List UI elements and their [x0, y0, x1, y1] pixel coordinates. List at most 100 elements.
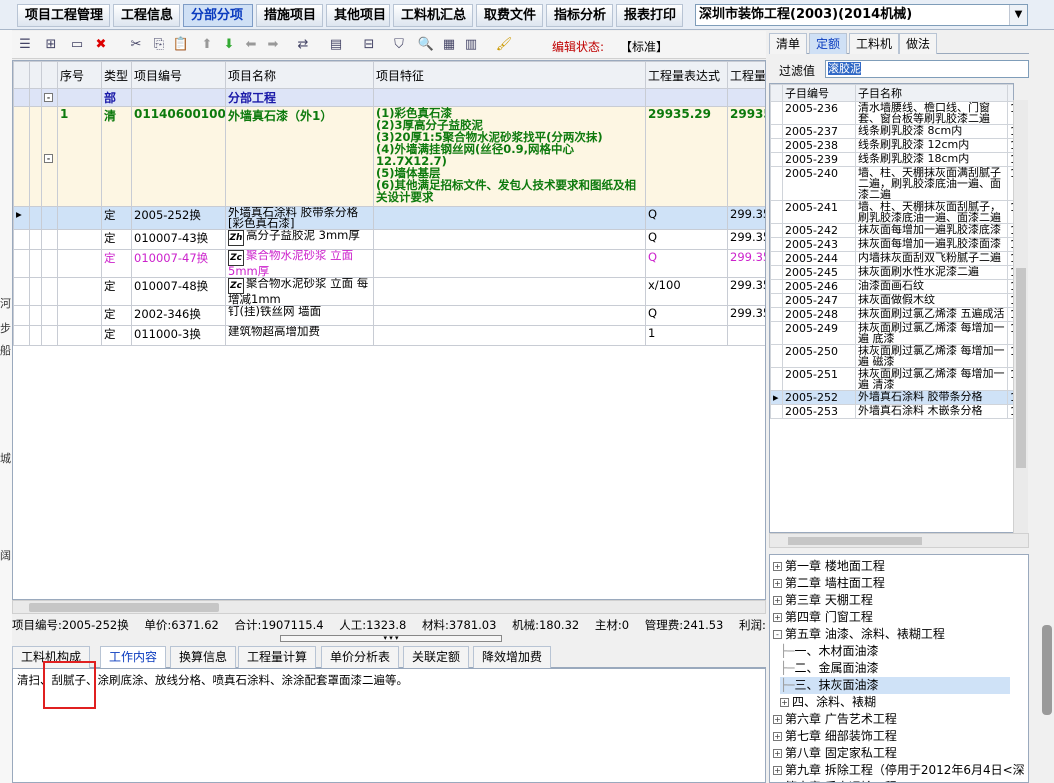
- insert-row-icon[interactable]: ▭: [68, 36, 86, 54]
- quota-list-row[interactable]: 2005-246油漆面画石纹1: [770, 279, 1013, 294]
- tree-node[interactable]: + 第一章 楼地面工程: [773, 558, 1018, 575]
- quota-features[interactable]: [373, 229, 646, 250]
- quota-list-row[interactable]: 2005-245抹灰面刷水性水泥漆二遍1: [770, 265, 1013, 280]
- delete-icon[interactable]: ✖: [92, 36, 110, 54]
- top-tab-7[interactable]: 指标分析: [546, 4, 613, 27]
- top-tab-6[interactable]: 取费文件: [476, 4, 543, 27]
- outline-icon[interactable]: ☰: [16, 36, 34, 54]
- filter-icon[interactable]: ⛉: [390, 36, 408, 54]
- project-select[interactable]: 深圳市装饰工程(2003)(2014机械) ▼: [695, 4, 1028, 26]
- work-content-box[interactable]: 清扫、刮腻子、涂刷底涂、放线分格、喷真石涂料、涂涂配套罩面漆二遍等。: [12, 668, 766, 783]
- top-tab-2[interactable]: 分部分项: [183, 4, 253, 27]
- collapse-icon[interactable]: -: [773, 630, 782, 639]
- bill-code[interactable]: 011406001002: [131, 106, 226, 207]
- top-tab-0[interactable]: 项目工程管理: [17, 4, 110, 27]
- quota-name-cell[interactable]: Zc 聚合物水泥砂浆 立面 5mm厚: [225, 249, 374, 278]
- quota-row[interactable]: 定 011000-3换 建筑物超高增加费 1: [13, 325, 765, 346]
- quota-code[interactable]: 010007-43换: [131, 229, 226, 250]
- header-qty[interactable]: 工程量: [727, 61, 765, 89]
- quota-list-row[interactable]: 2005-244内墙抹灰面刮双飞粉腻子二遍1: [770, 251, 1013, 266]
- tree-node[interactable]: + 第六章 广告艺术工程: [773, 711, 1018, 728]
- tree-node[interactable]: + 第三章 天棚工程: [773, 592, 1018, 609]
- expand-icon[interactable]: +: [773, 596, 782, 605]
- bill-features[interactable]: (1)彩色真石漆 (2)3厚高分子益胶泥 (3)20厚1:5聚合物水泥砂浆找平(分两…: [373, 106, 646, 207]
- quota-row[interactable]: 定2002-346换钉(挂)铁丝网 墙面 Q299.35: [13, 305, 765, 326]
- top-tab-1[interactable]: 工程信息: [113, 4, 180, 27]
- bottom-tab-5[interactable]: 关联定额: [403, 646, 470, 668]
- quota-list-row[interactable]: 2005-253外墙真石涂料 木嵌条分格1: [770, 404, 1013, 419]
- quota-list-row[interactable]: 2005-238线条刷乳胶漆 12cm内1: [770, 138, 1013, 153]
- collapse-icon[interactable]: -: [44, 93, 53, 102]
- header-seq[interactable]: 序号: [57, 61, 102, 89]
- quota-header-name[interactable]: 子目名称: [855, 84, 1008, 102]
- paste-icon[interactable]: 📋: [172, 36, 190, 54]
- arrow-left-icon[interactable]: ⬅: [242, 36, 260, 54]
- quota-vertical-scrollbar[interactable]: [1013, 100, 1028, 533]
- quota-expr[interactable]: Q: [645, 305, 728, 326]
- chevron-down-icon[interactable]: ▼: [1009, 5, 1027, 25]
- quota-name-cell[interactable]: Zc 聚合物水泥砂浆 立面 每增减1mm: [225, 277, 374, 306]
- quota-features[interactable]: [373, 305, 646, 326]
- quota-code[interactable]: 011000-3换: [131, 325, 226, 346]
- top-tab-5[interactable]: 工料机汇总: [393, 4, 473, 27]
- quota-code[interactable]: 2002-346换: [131, 305, 226, 326]
- top-tab-4[interactable]: 其他项目: [326, 4, 390, 27]
- quota-horizontal-scrollbar[interactable]: [769, 533, 1029, 548]
- quota-name-cell[interactable]: 外墙真石涂料 胶带条分格[彩色真石漆]: [225, 206, 374, 230]
- grid-horizontal-scrollbar[interactable]: [12, 600, 766, 614]
- quota-features[interactable]: [373, 325, 646, 346]
- bottom-tab-1[interactable]: 工作内容: [100, 646, 167, 668]
- header-expr[interactable]: 工程量表达式: [645, 61, 728, 89]
- cut-icon[interactable]: ✂: [127, 36, 145, 54]
- quota-list-row[interactable]: 2005-249抹灰面刷过氯乙烯漆 每增加一遍 底漆1: [770, 321, 1013, 345]
- tree-node[interactable]: + 第九章 拆除工程（停用于2012年6月4日<深: [773, 762, 1025, 779]
- expand-icon[interactable]: +: [773, 749, 782, 758]
- quota-list-row[interactable]: 2005-242抹灰面每增加一遍乳胶漆底漆1: [770, 223, 1013, 238]
- grid-icon[interactable]: ▦: [440, 36, 458, 54]
- tree-node[interactable]: ├─三、抹灰面油漆: [780, 677, 1010, 694]
- quota-expr[interactable]: 1: [645, 325, 728, 346]
- expand-icon[interactable]: +: [773, 715, 782, 724]
- quota-icon[interactable]: ⊟: [360, 36, 378, 54]
- tree-node[interactable]: ├─一、木材面油漆: [780, 643, 1010, 660]
- bottom-tab-6[interactable]: 降效增加费: [473, 646, 552, 668]
- expand-icon[interactable]: +: [780, 698, 789, 707]
- scrollbar-thumb[interactable]: [1042, 625, 1052, 715]
- expand-icon[interactable]: +: [773, 562, 782, 571]
- quota-features[interactable]: [373, 249, 646, 278]
- scrollbar-thumb[interactable]: [29, 603, 219, 612]
- panel-splitter[interactable]: ▾ ▾ ▾: [280, 635, 502, 642]
- tree-icon[interactable]: ⊞: [42, 36, 60, 54]
- header-code[interactable]: 项目编号: [131, 61, 226, 89]
- tree-node[interactable]: ├─二、金属面油漆: [780, 660, 1010, 677]
- header-name[interactable]: 项目名称: [225, 61, 374, 89]
- arrow-right-icon[interactable]: ➡: [264, 36, 282, 54]
- quota-list-row[interactable]: ▸2005-252外墙真石涂料 胶带条分格1: [770, 390, 1013, 405]
- expand-icon[interactable]: +: [773, 732, 782, 741]
- scrollbar-thumb[interactable]: [1016, 268, 1026, 468]
- tree-node[interactable]: + 第八章 固定家私工程: [773, 745, 1018, 762]
- bill-expr[interactable]: 29935.29: [645, 106, 728, 207]
- columns-icon[interactable]: ▥: [462, 36, 480, 54]
- arrow-down-icon[interactable]: ⬇: [220, 36, 238, 54]
- right-tab-2[interactable]: 工料机: [849, 33, 900, 54]
- tree-node[interactable]: - 第五章 油漆、涂料、裱糊工程: [773, 626, 1018, 643]
- scrollbar-thumb[interactable]: [788, 537, 922, 545]
- bottom-tab-3[interactable]: 工程量计算: [238, 646, 317, 668]
- right-tab-3[interactable]: 做法: [899, 33, 938, 54]
- quota-row[interactable]: 定 010007-48换 Zc 聚合物水泥砂浆 立面 每增减1mm x/100 299.3…: [13, 277, 765, 306]
- quota-list-row[interactable]: 2005-237线条刷乳胶漆 8cm内1: [770, 124, 1013, 139]
- quota-header-code[interactable]: 子目编号: [782, 84, 856, 102]
- header-features[interactable]: 项目特征: [373, 61, 646, 89]
- quota-features[interactable]: [373, 206, 646, 230]
- quota-list-row[interactable]: 2005-236清水墙腰线、檐口线、门窗套、窗台板等刷乳胶漆二遍1: [770, 101, 1013, 125]
- quota-expr[interactable]: x/100: [645, 277, 728, 306]
- bottom-tab-4[interactable]: 单价分析表: [321, 646, 400, 668]
- quota-list-row[interactable]: 2005-248抹灰面刷过氯乙烯漆 五遍成活1: [770, 307, 1013, 322]
- quota-name-cell[interactable]: 建筑物超高增加费: [225, 325, 374, 346]
- find-icon[interactable]: 🔍: [417, 36, 435, 54]
- paint-icon[interactable]: 🖌: [495, 36, 513, 54]
- tree-node[interactable]: + 第四章 门窗工程: [773, 609, 1018, 626]
- section-row[interactable]: - 部 分部工程: [13, 88, 765, 107]
- quota-name-cell[interactable]: Zh 高分子益胶泥 3mm厚: [225, 229, 374, 250]
